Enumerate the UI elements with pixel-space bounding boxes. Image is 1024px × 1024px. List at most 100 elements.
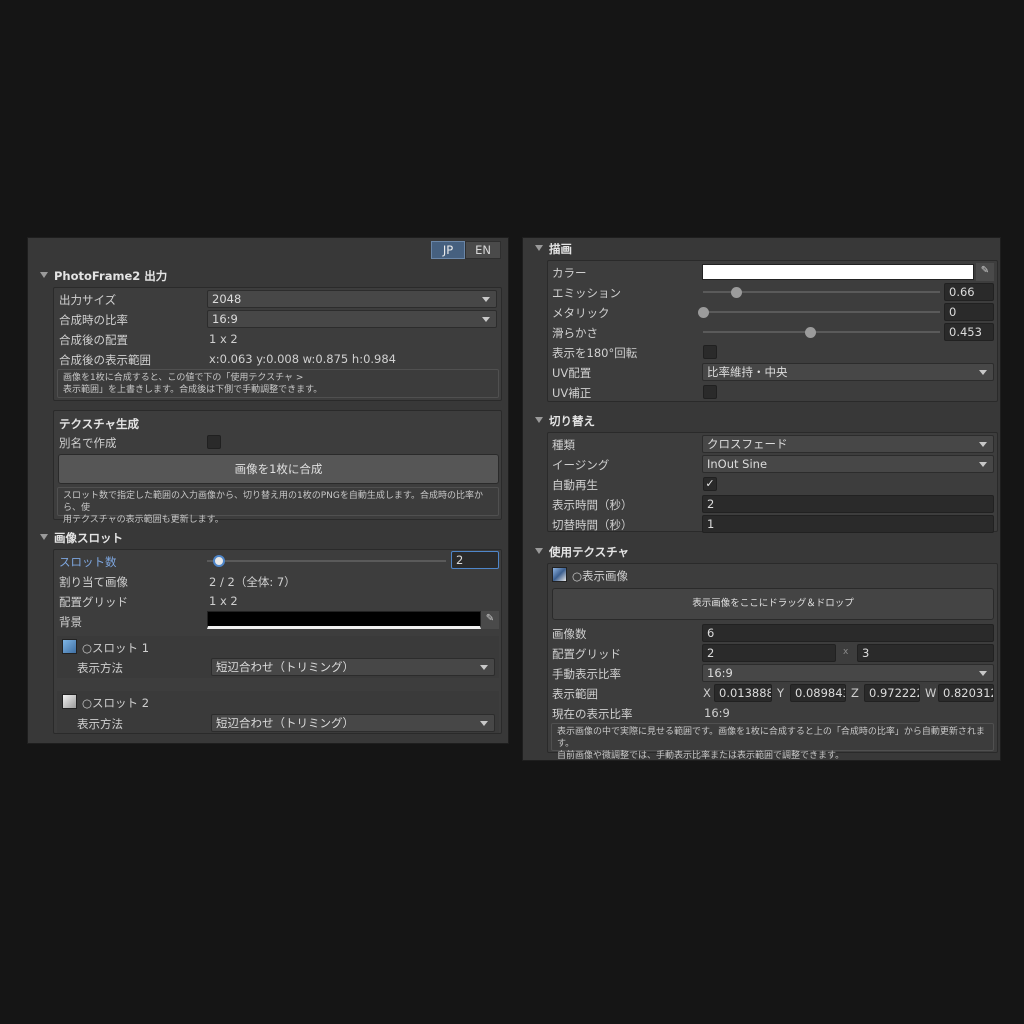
texture-grid-label: 配置グリッド [552,647,621,661]
uv-layout-label: UV配置 [552,366,592,380]
metallic-input[interactable]: 0 [944,303,994,321]
ratio-label: 合成時の比率 [59,313,128,327]
alias-label: 別名で作成 [59,436,117,450]
emission-label: エミッション [552,286,621,300]
grid-y-input[interactable]: 3 [857,644,994,662]
type-value: クロスフェード [707,437,788,451]
eyedropper-icon[interactable]: ✎ [481,611,499,629]
range-z-input[interactable]: 0.972222 [864,684,920,702]
slot-2-method-dropdown[interactable]: 短辺合わせ（トリミング） [211,714,495,732]
lang-en-button[interactable]: EN [465,241,501,259]
easing-label: イージング [552,458,610,472]
texture-box: ○表示画像 表示画像をここにドラッグ＆ドロップ 画像数 6 配置グリッド 2 x… [547,563,998,761]
alias-checkbox[interactable] [207,435,221,449]
ratio-value: 16:9 [212,312,238,326]
uv-layout-dropdown[interactable]: 比率維持・中央 [702,363,994,381]
switch-box: 種類 クロスフェード イージング InOut Sine 自動再生 ✓ 表示時間（… [547,432,998,533]
metallic-slider-track[interactable] [703,311,940,313]
texture-gen-box: テクスチャ生成 別名で作成 画像を1枚に合成 スロット数で指定した範囲の入力画像… [53,410,502,525]
slot-1-thumbnail[interactable] [62,639,77,654]
current-ratio-value: 16:9 [704,706,730,720]
photoframe-output-panel: JP EN PhotoFrame2 出力 出力サイズ 2048 合成時の比率 1… [27,237,509,744]
grid-x-input[interactable]: 2 [702,644,836,662]
color-label: カラー [552,266,587,280]
manual-ratio-value: 16:9 [707,666,733,680]
easing-dropdown[interactable]: InOut Sine [702,455,994,473]
section-title-switch[interactable]: 切り替え [549,413,595,429]
texture-help-text: 表示画像の中で実際に見せる範囲です。画像を1枚に合成すると上の「合成時の比率」か… [551,723,994,761]
help-line: 自前画像や微調整では、手動表示比率または表示範囲で調整できます。 [557,751,845,761]
autoplay-checkbox[interactable]: ✓ [703,477,717,491]
slot-1-method-value: 短辺合わせ（トリミング） [216,660,354,674]
texture-gen-help-text: スロット数で指定した範囲の入力画像から、切り替え用の1枚のPNGを自動生成します… [57,487,499,525]
color-swatch[interactable] [702,264,974,280]
slot-1-method-dropdown[interactable]: 短辺合わせ（トリミング） [211,658,495,676]
collapse-arrow-icon[interactable] [40,272,48,278]
help-line: 画像を1枚に合成すると、この値で下の「使用テクスチャ > [63,373,304,383]
section-title-slots[interactable]: 画像スロット [54,530,123,546]
uv-fix-checkbox[interactable] [703,385,717,399]
dropdown-arrow-icon [482,297,490,302]
collapse-arrow-icon[interactable] [535,548,543,554]
draw-box: カラー ✎ エミッション 0.66 メタリック 0 滑らかさ 0.453 表示を… [547,260,998,402]
slot-2-row: ○スロット 2 表示方法 短辺合わせ（トリミング） [57,691,499,733]
slot-count-slider-track[interactable] [207,560,446,562]
type-dropdown[interactable]: クロスフェード [702,435,994,453]
emission-slider-handle[interactable] [730,287,742,298]
slot-2-thumbnail[interactable] [62,694,77,709]
output-size-label: 出力サイズ [59,293,117,307]
slot-count-slider-handle[interactable] [212,555,225,567]
uv-layout-value: 比率維持・中央 [707,365,788,379]
collapse-arrow-icon[interactable] [40,534,48,540]
range-w-input[interactable]: 0.820312 [938,684,994,702]
eyedropper-icon[interactable]: ✎ [976,263,994,281]
metallic-label: メタリック [552,306,610,320]
ratio-dropdown[interactable]: 16:9 [207,310,497,328]
assigned-value: 2 / 2（全体: 7） [209,575,296,589]
output-size-value: 2048 [212,292,242,306]
slot-2-method-label: 表示方法 [77,717,123,731]
smoothness-input[interactable]: 0.453 [944,323,994,341]
grid-value: 1 x 2 [209,594,238,608]
background-label: 背景 [59,615,82,629]
slot-count-label: スロット数 [59,555,117,569]
image-count-label: 画像数 [552,627,587,641]
smoothness-slider-track[interactable] [703,331,940,333]
lang-jp-button[interactable]: JP [431,241,465,259]
show-time-input[interactable]: 2 [702,495,994,513]
display-range-label: 表示範囲 [552,687,598,701]
section-title-draw[interactable]: 描画 [549,241,572,257]
help-line: 表示範囲」を上書きします。合成後は下側で手動調整できます。 [63,385,323,395]
range-y-input[interactable]: 0.089843 [790,684,846,702]
output-box: 出力サイズ 2048 合成時の比率 16:9 合成後の配置 1 x 2 合成後の… [53,287,502,401]
switch-time-input[interactable]: 1 [702,515,994,533]
texture-image-label-text: 表示画像 [582,569,629,583]
background-color-swatch[interactable] [207,611,481,629]
switch-time-label: 切替時間（秒） [552,518,633,532]
dropdown-arrow-icon [979,442,987,447]
metallic-slider-handle[interactable] [697,307,709,318]
current-ratio-label: 現在の表示比率 [552,707,633,721]
rotate-checkbox[interactable] [703,345,717,359]
range-w-label: W [925,686,937,700]
output-size-dropdown[interactable]: 2048 [207,290,497,308]
collapse-arrow-icon[interactable] [535,417,543,423]
section-title-texture[interactable]: 使用テクスチャ [549,544,629,560]
merge-images-button[interactable]: 画像を1枚に合成 [58,454,499,484]
collapse-arrow-icon[interactable] [535,245,543,251]
rotate-label: 表示を180°回転 [552,346,638,360]
manual-ratio-dropdown[interactable]: 16:9 [702,664,994,682]
slot-1-method-label: 表示方法 [77,661,123,675]
smoothness-slider-handle[interactable] [804,327,816,338]
image-count-input[interactable]: 6 [702,624,994,642]
texture-drop-zone[interactable]: 表示画像をここにドラッグ＆ドロップ [552,588,994,620]
range-x-input[interactable]: 0.013888 [714,684,772,702]
uv-fix-label: UV補正 [552,386,592,400]
slot-count-input[interactable]: 2 [451,551,499,569]
grid-separator: x [843,647,849,657]
dropdown-arrow-icon [480,721,488,726]
section-title-output[interactable]: PhotoFrame2 出力 [54,268,167,284]
emission-input[interactable]: 0.66 [944,283,994,301]
dropdown-arrow-icon [979,370,987,375]
texture-image-icon [552,567,567,582]
